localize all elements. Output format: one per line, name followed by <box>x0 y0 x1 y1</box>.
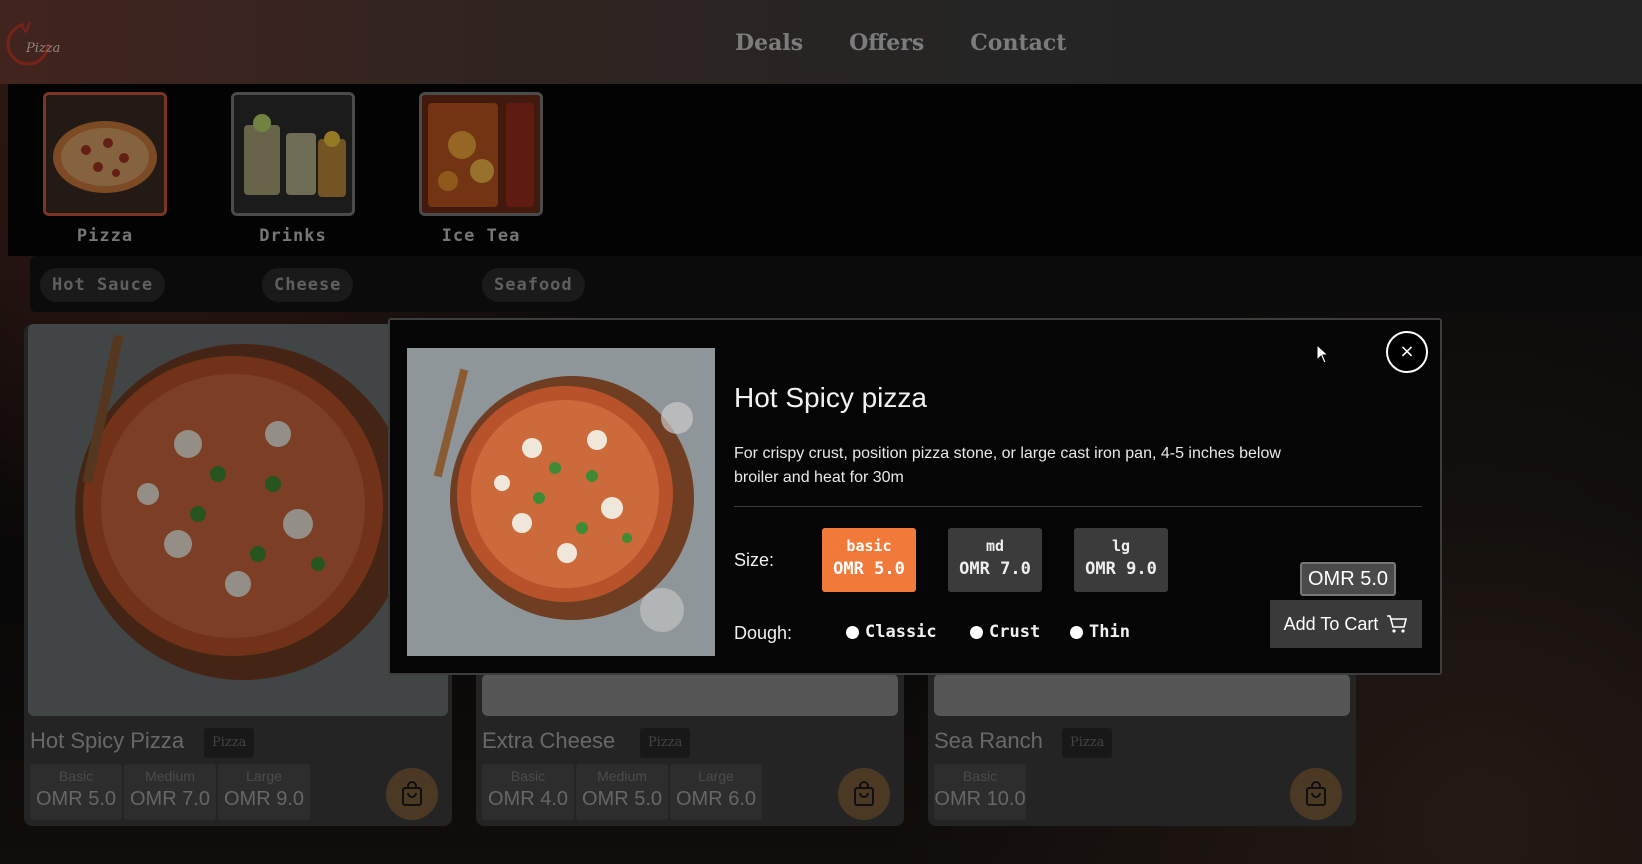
radio-icon[interactable] <box>970 625 983 639</box>
size-price: OMR 9.0 <box>1085 559 1157 579</box>
add-to-cart-label: Add To Cart <box>1283 613 1379 634</box>
dough-option-classic[interactable]: Classic <box>846 622 937 642</box>
size-name: basic <box>846 537 892 555</box>
close-button[interactable]: × <box>1386 331 1428 373</box>
modal-product-image <box>407 348 715 656</box>
divider <box>734 506 1422 507</box>
mouse-cursor-icon <box>1316 344 1330 364</box>
size-price: OMR 7.0 <box>959 559 1031 579</box>
size-price: OMR 5.0 <box>833 559 905 579</box>
size-option-lg[interactable]: lg OMR 9.0 <box>1074 528 1168 592</box>
dough-option-crust[interactable]: Crust <box>970 622 1040 642</box>
dough-option-label: Crust <box>989 622 1041 642</box>
dough-option-label: Thin <box>1089 622 1130 642</box>
radio-icon[interactable] <box>846 625 859 639</box>
dough-label: Dough: <box>734 623 793 643</box>
dough-option-thin[interactable]: Thin <box>1070 622 1130 642</box>
shopping-cart-icon <box>1387 615 1408 633</box>
size-name: lg <box>1111 537 1131 555</box>
size-option-basic[interactable]: basic OMR 5.0 <box>822 528 916 592</box>
radio-icon[interactable] <box>1070 625 1083 639</box>
size-name: md <box>985 537 1005 555</box>
size-label: Size: <box>734 550 775 570</box>
add-to-cart-button[interactable]: Add To Cart <box>1270 600 1422 648</box>
total-price-badge: OMR 5.0 <box>1300 562 1397 596</box>
size-option-md[interactable]: md OMR 7.0 <box>948 528 1042 592</box>
modal-title: Hot Spicy pizza <box>734 382 927 413</box>
modal-description: For crispy crust, position pizza stone, … <box>734 445 1281 486</box>
product-modal: × Hot Spicy pizza For crispy crust, posi… <box>388 318 1442 675</box>
dough-option-label: Classic <box>865 622 937 642</box>
